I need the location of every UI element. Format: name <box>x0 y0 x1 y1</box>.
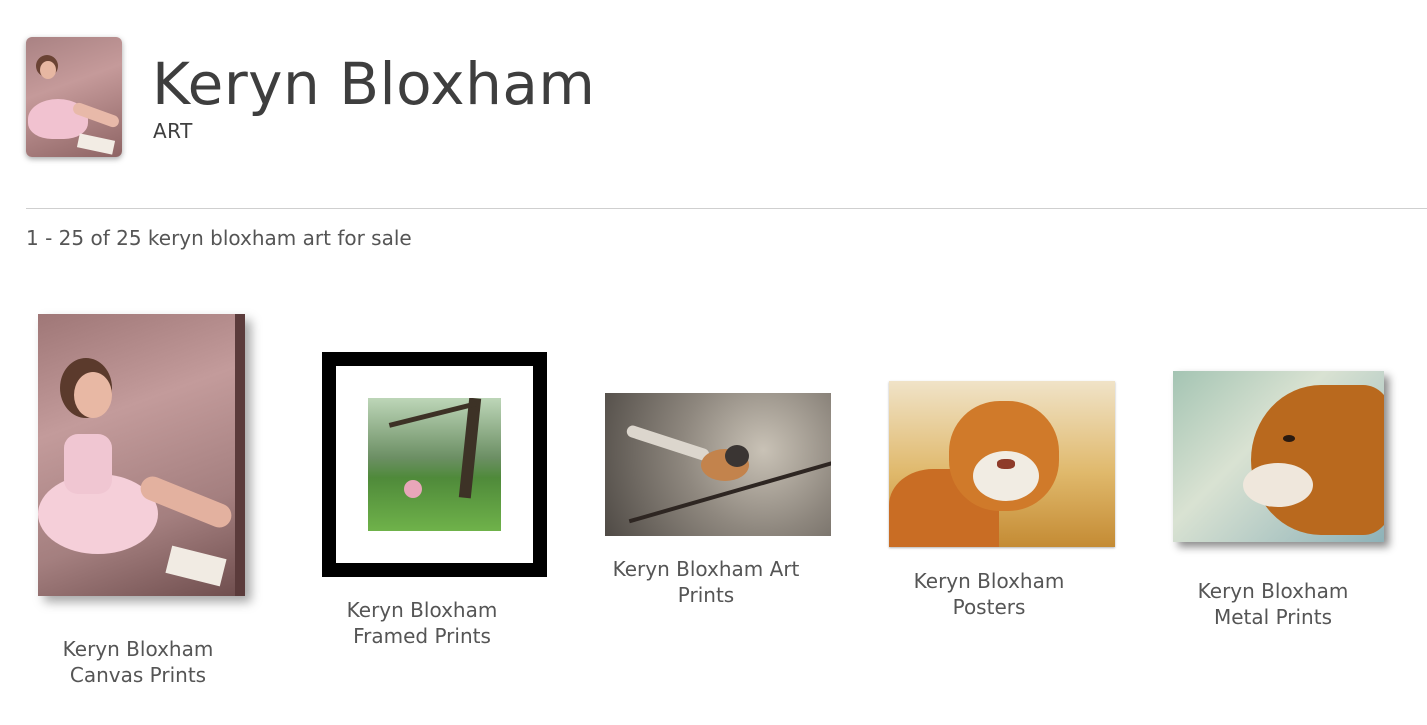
product-label-line2[interactable]: Metal Prints <box>1173 604 1373 630</box>
canvas-print-image[interactable] <box>38 314 245 596</box>
page-title: Keryn Bloxham <box>152 50 596 118</box>
product-label-line1[interactable]: Keryn Bloxham <box>38 636 238 662</box>
product-label-line1[interactable]: Keryn Bloxham <box>322 597 522 623</box>
framed-artwork <box>368 398 501 531</box>
product-label-line1[interactable]: Keryn Bloxham <box>1173 578 1373 604</box>
product-label-line2[interactable]: Framed Prints <box>322 623 522 649</box>
product-label-art[interactable]: Keryn Bloxham Art Prints <box>605 556 807 612</box>
product-label-line1[interactable]: Keryn Bloxham Art <box>605 556 807 582</box>
artist-avatar[interactable] <box>26 37 122 157</box>
result-count: 1 - 25 of 25 keryn bloxham art for sale <box>26 226 412 250</box>
product-label-framed[interactable]: Keryn Bloxham Framed Prints <box>322 597 522 653</box>
art-print-image[interactable] <box>605 393 831 536</box>
product-label-line1[interactable]: Keryn Bloxham <box>889 568 1089 594</box>
product-label-canvas[interactable]: Keryn Bloxham Canvas Prints <box>38 636 238 692</box>
framed-print-image[interactable] <box>322 352 547 577</box>
product-label-metal[interactable]: Keryn Bloxham Metal Prints <box>1173 578 1373 634</box>
product-label-posters[interactable]: Keryn Bloxham Posters <box>889 568 1089 624</box>
header-divider <box>26 208 1427 209</box>
poster-image[interactable] <box>889 381 1115 547</box>
product-label-line2[interactable]: Canvas Prints <box>38 662 238 688</box>
page-subtitle: ART <box>153 119 193 143</box>
product-label-line2[interactable]: Prints <box>605 582 807 608</box>
product-label-line2[interactable]: Posters <box>889 594 1089 620</box>
metal-print-image[interactable] <box>1173 371 1384 542</box>
